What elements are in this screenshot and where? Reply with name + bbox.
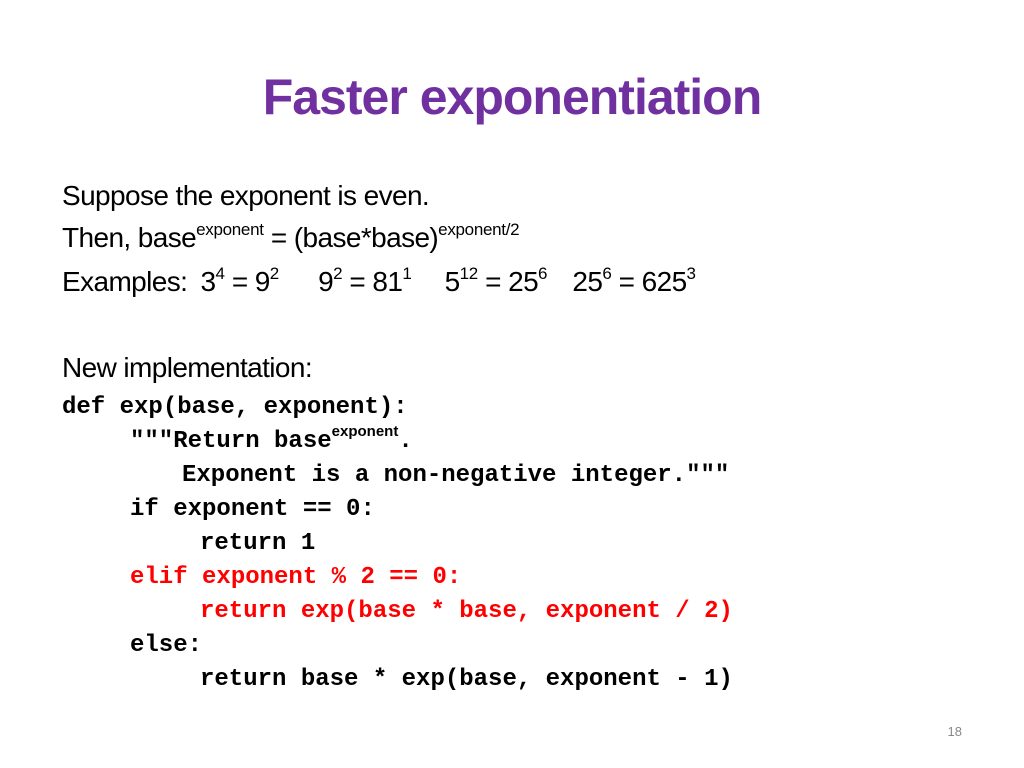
intro-text: Suppose the exponent is even. bbox=[62, 180, 430, 211]
example-item: 512 = 256 bbox=[444, 263, 548, 297]
example-item: 34 = 92 bbox=[200, 263, 280, 297]
code-line-elif-highlighted: elif exponent % 2 == 0: bbox=[130, 564, 462, 591]
examples-line: Examples: 34 = 92 92 = 811 512 = 256 256… bbox=[62, 263, 696, 298]
slide: Faster exponentiation Suppose the expone… bbox=[0, 0, 1024, 768]
formula-prefix: Then, base bbox=[62, 222, 197, 253]
page-number: 18 bbox=[947, 724, 962, 739]
code-line-return-1: return 1 bbox=[200, 530, 316, 557]
code-line-docstring-2: Exponent is a non-negative integer.""" bbox=[182, 462, 730, 489]
code-line-if: if exponent == 0: bbox=[130, 496, 375, 523]
example-item: 256 = 6253 bbox=[572, 263, 696, 297]
code-line-return-else: return base * exp(base, exponent - 1) bbox=[200, 666, 733, 693]
example-item: 92 = 811 bbox=[318, 263, 412, 297]
new-implementation-label: New implementation: bbox=[62, 352, 313, 383]
code-line-def: def exp(base, exponent): bbox=[62, 394, 408, 421]
formula-middle: = (base*base) bbox=[263, 222, 439, 253]
code-line-else: else: bbox=[130, 632, 203, 659]
slide-title: Faster exponentiation bbox=[262, 69, 763, 125]
docstring-sup-exponent: exponent bbox=[331, 423, 399, 440]
formula-sup-exponent: exponent bbox=[196, 219, 264, 239]
code-line-docstring-1: """Return baseexponent. bbox=[130, 423, 413, 455]
examples-label: Examples: bbox=[62, 266, 188, 297]
formula-sup-half-exponent: exponent/2 bbox=[438, 219, 520, 239]
code-line-return-recursive-highlighted: return exp(base * base, exponent / 2) bbox=[200, 598, 733, 625]
then-formula: Then, baseexponent = (base*base)exponent… bbox=[62, 219, 520, 254]
